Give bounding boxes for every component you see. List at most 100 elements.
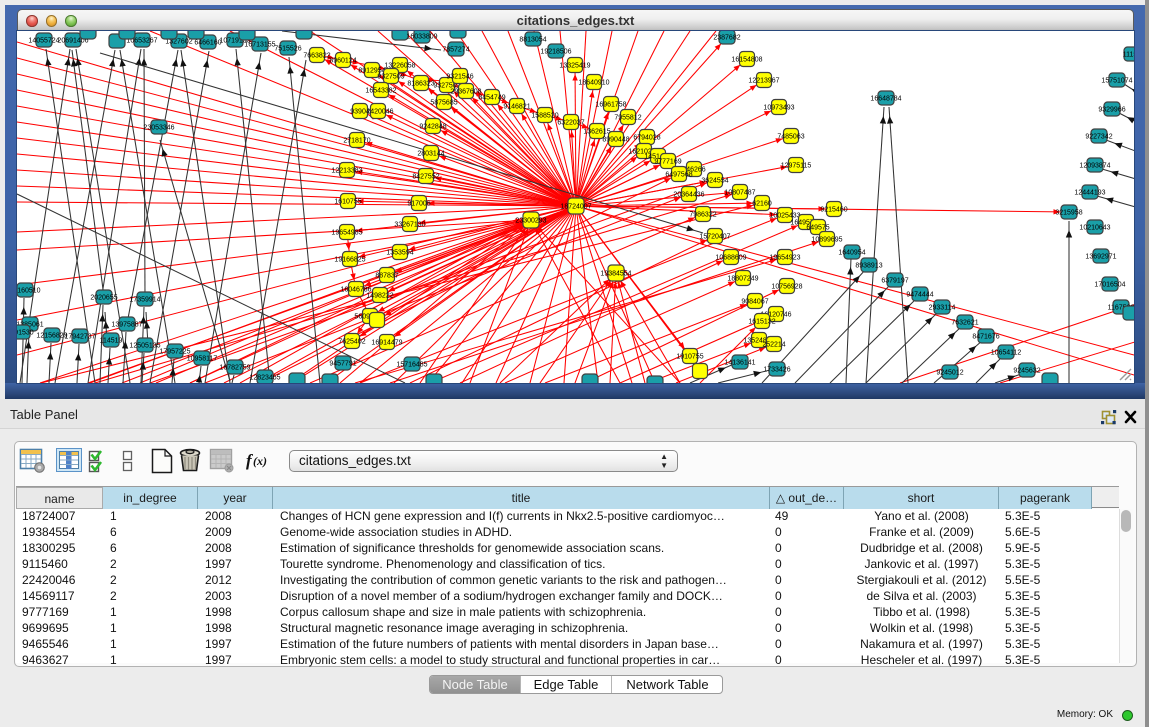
svg-text:8813054: 8813054 [519,37,546,44]
svg-text:649575: 649575 [806,225,829,232]
svg-text:26160510: 26160510 [17,288,41,295]
svg-text:3624554: 3624554 [701,178,728,185]
svg-text:9329966: 9329966 [1098,107,1125,114]
svg-text:1640954: 1640954 [838,250,865,257]
svg-text:16914479: 16914479 [371,340,402,347]
svg-text:2803144: 2803144 [417,151,444,158]
svg-text:13692971: 13692971 [1085,254,1116,261]
svg-text:2020655: 2020655 [90,295,117,302]
svg-text:16961758: 16961758 [595,102,626,109]
svg-text:7632621: 7632621 [951,320,978,327]
svg-text:7955812: 7955812 [614,115,641,122]
svg-text:23053346: 23053346 [143,125,174,132]
svg-text:12505135: 12505135 [129,343,160,350]
svg-text:2387682: 2387682 [713,35,740,42]
svg-text:17942737: 17942737 [64,334,95,341]
svg-text:8454749: 8454749 [478,95,505,102]
svg-text:8960124: 8960124 [329,58,356,65]
svg-text:114519: 114519 [100,338,123,345]
svg-text:14055724: 14055724 [28,38,59,45]
svg-text:1733426: 1733426 [763,367,790,374]
svg-text:10899695: 10899695 [811,237,842,244]
svg-text:1610755: 1610755 [334,199,361,206]
svg-text:15720407: 15720407 [699,234,730,241]
svg-text:12823465: 12823465 [249,375,280,382]
svg-text:6322037: 6322037 [557,120,584,127]
svg-text:1353594: 1353594 [386,250,413,257]
svg-text:10807487: 10807487 [724,190,755,197]
svg-text:8186323: 8186323 [407,81,434,88]
svg-text:16543382: 16543382 [365,88,396,95]
svg-text:33267130: 33267130 [394,222,425,229]
svg-text:7515526: 7515526 [274,46,301,53]
svg-text:12093874: 12093874 [1079,163,1110,170]
svg-text:29367608: 29367608 [450,89,481,96]
svg-text:252214: 252214 [762,342,785,349]
svg-text:2933114: 2933114 [929,305,956,312]
svg-text:9245012: 9245012 [936,370,963,377]
svg-text:9245632: 9245632 [1013,368,1040,375]
svg-text:19654985: 19654985 [331,230,362,237]
svg-text:18807249: 18807249 [727,276,758,283]
svg-text:1615132: 1615132 [748,319,775,326]
svg-text:20364436: 20364436 [673,192,704,199]
svg-text:9457791: 9457791 [329,361,356,368]
svg-text:12213967: 12213967 [748,78,779,85]
svg-text:9242848: 9242848 [419,124,446,131]
svg-text:16782759: 16782759 [219,365,250,372]
svg-text:16713155: 16713155 [244,42,275,49]
svg-text:9084067: 9084067 [741,299,768,306]
svg-text:9777169: 9777169 [654,159,681,166]
svg-text:62160: 62160 [752,201,772,208]
svg-text:12156829: 12156829 [36,333,67,340]
svg-text:9327509: 9327509 [377,74,404,81]
svg-text:19166825: 19166825 [334,257,365,264]
svg-text:9146821: 9146821 [503,104,530,111]
svg-text:13975887: 13975887 [111,322,142,329]
svg-text:12213383: 12213383 [331,168,362,175]
svg-text:7625402: 7625402 [338,339,365,346]
svg-text:5875685: 5875685 [430,100,457,107]
svg-text:1910755: 1910755 [676,354,703,361]
svg-text:19218506: 19218506 [540,49,571,56]
svg-text:10688609: 10688609 [715,255,746,262]
svg-text:23300293: 23300293 [515,218,546,225]
svg-text:15751074: 15751074 [1101,78,1132,85]
svg-text:7485063: 7485063 [777,134,804,141]
svg-text:391530: 391530 [17,330,34,337]
svg-text:8990448: 8990448 [602,137,629,144]
svg-text:16033809: 16033809 [406,34,437,41]
svg-text:(x): (x) [253,454,267,468]
svg-text:14136141: 14136141 [724,360,755,367]
svg-text:10210643: 10210643 [1079,225,1110,232]
svg-text:10756928: 10756928 [771,284,802,291]
svg-text:1362615: 1362615 [583,129,610,136]
svg-text:18640910: 18640910 [578,80,609,87]
svg-text:12444193: 12444193 [1074,190,1105,197]
svg-text:7857274: 7857274 [442,47,469,54]
svg-text:9474444: 9474444 [906,292,933,299]
svg-text:887837: 887837 [375,273,398,280]
svg-text:8938913: 8938913 [855,263,882,270]
svg-text:16648784: 16648784 [870,96,901,103]
svg-text:9227342: 9227342 [1085,134,1112,141]
svg-text:17957225: 17957225 [159,349,190,356]
svg-text:1498222: 1498222 [366,293,393,300]
svg-text:16154808: 16154808 [731,57,762,64]
svg-text:19384554: 19384554 [600,271,631,278]
svg-text:19654923: 19654923 [769,255,800,262]
svg-text:13325419: 13325419 [559,63,590,70]
svg-text:17359914: 17359914 [129,297,160,304]
svg-text:6466160: 6466160 [194,40,221,47]
svg-text:17016504: 17016504 [1094,282,1125,289]
svg-text:18724007: 18724007 [560,204,591,211]
svg-text:6379197: 6379197 [881,278,908,285]
svg-text:6497568: 6497568 [665,172,692,179]
svg-text:9215460: 9215460 [820,207,847,214]
svg-text:6794028: 6794028 [633,135,660,142]
svg-text:8427552: 8427552 [412,174,439,181]
svg-text:2718170: 2718170 [343,138,370,145]
svg-text:15716485: 15716485 [396,362,427,369]
svg-text:1588520: 1588520 [531,113,558,120]
svg-text:917006: 917006 [407,201,430,208]
